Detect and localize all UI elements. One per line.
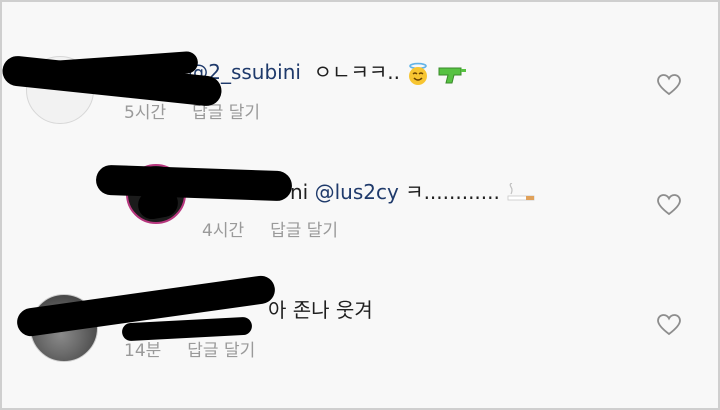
comment-text: 아 존나 웃겨 <box>268 294 373 323</box>
like-heart-icon[interactable] <box>657 194 681 216</box>
cigarette-icon <box>507 182 535 200</box>
timestamp: 4시간 <box>202 221 245 241</box>
comment-thread: lus2cy@2_ssubini ㅇㄴㅋㅋ.. 5시간답글 달기 ni @lus… <box>0 0 720 410</box>
water-pistol-icon <box>438 67 466 83</box>
timestamp: 14분 <box>124 341 162 361</box>
reply-button[interactable]: 답글 달기 <box>192 103 260 123</box>
timestamp: 5시간 <box>124 103 167 123</box>
comment-body: ㅇㄴㅋㅋ.. <box>313 60 400 84</box>
reply-button[interactable]: 답글 달기 <box>270 221 338 241</box>
like-heart-icon[interactable] <box>657 74 681 96</box>
comment-body: ㅋ............ <box>405 180 500 204</box>
smiling-face-with-halo-icon <box>409 62 428 85</box>
mention-link[interactable]: @lus2cy <box>315 180 399 204</box>
comment-body: 아 존나 웃겨 <box>268 298 373 322</box>
comment-text: ni @lus2cy ㅋ............ <box>290 176 536 205</box>
reply-button[interactable]: 답글 달기 <box>187 341 255 361</box>
comment-meta: 4시간 답글 달기 <box>202 216 338 241</box>
like-heart-icon[interactable] <box>657 314 681 336</box>
username[interactable]: ni <box>290 180 308 204</box>
